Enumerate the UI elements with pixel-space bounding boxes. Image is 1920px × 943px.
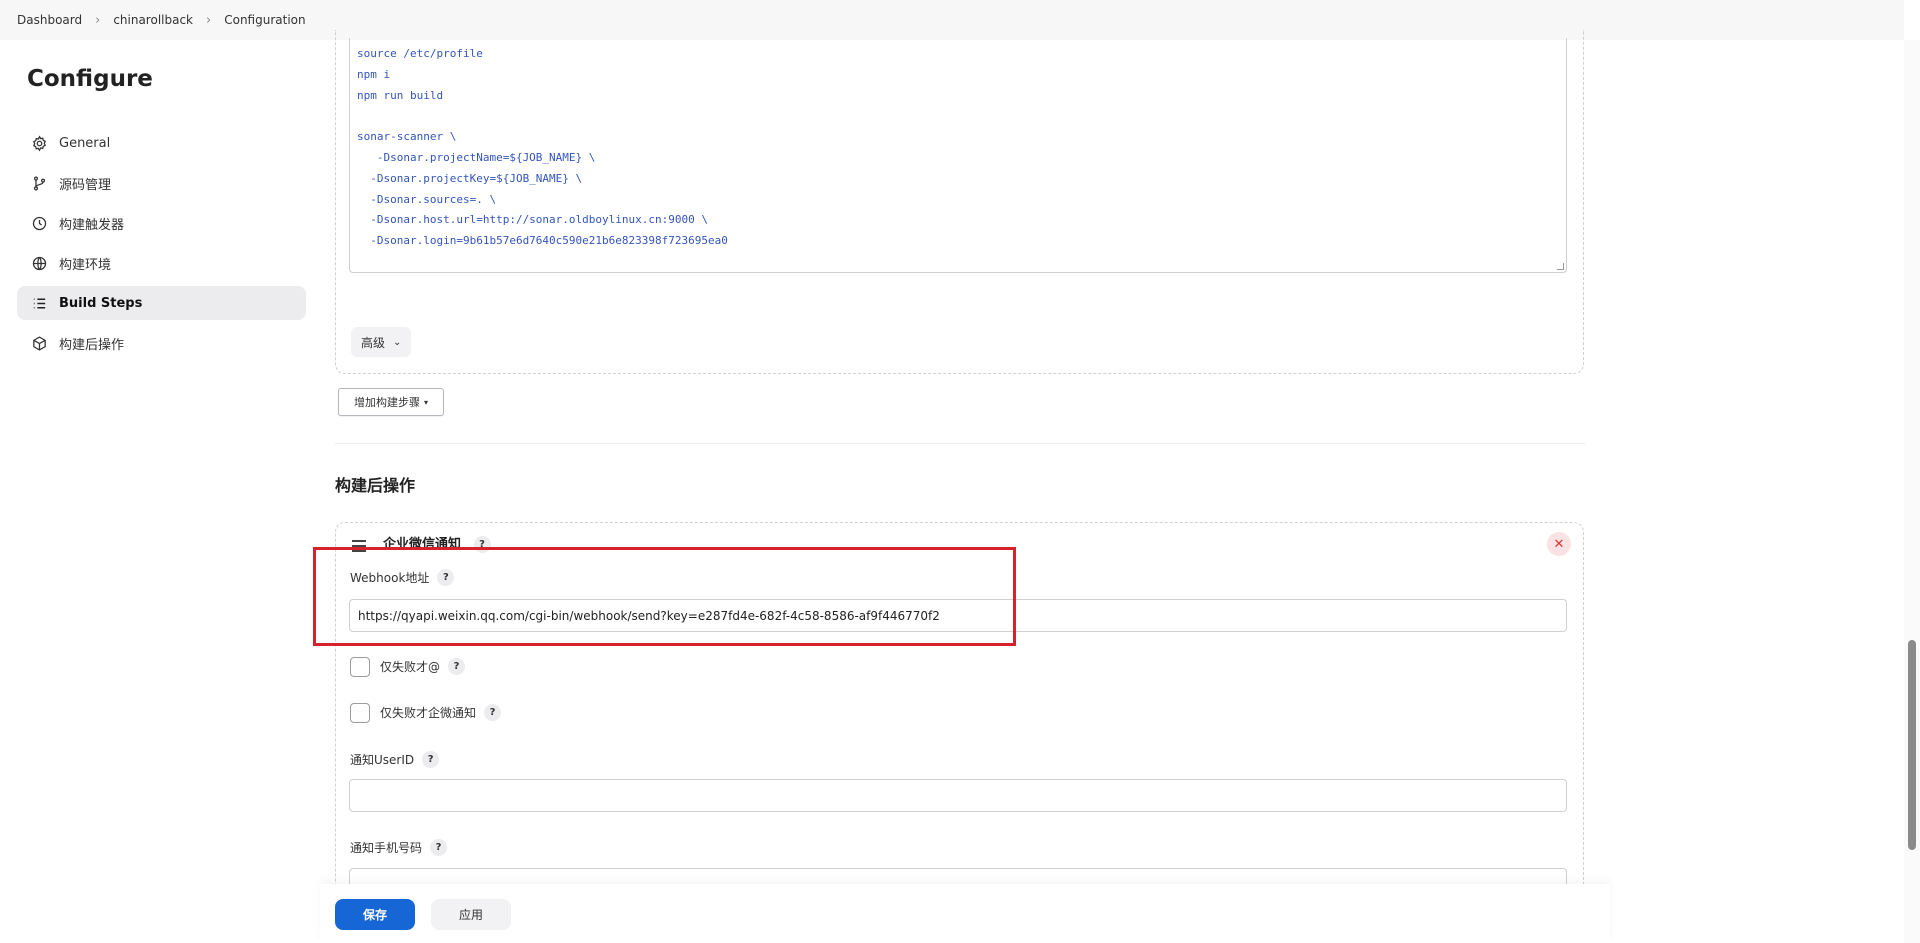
- script-line: npm i: [357, 67, 391, 81]
- page-title: Configure: [27, 66, 153, 92]
- help-icon[interactable]: ?: [422, 751, 440, 768]
- webhook-label-text: Webhook地址: [350, 571, 430, 585]
- breadcrumb-configuration[interactable]: Configuration: [224, 13, 305, 27]
- only-failure-notify-checkbox[interactable]: [350, 703, 370, 723]
- breadcrumb-dashboard[interactable]: Dashboard: [17, 13, 82, 27]
- only-failure-at-checkbox[interactable]: [350, 657, 370, 677]
- sidebar-item-post-build[interactable]: 构建后操作: [17, 326, 306, 360]
- sidebar-item-triggers[interactable]: 构建触发器: [17, 206, 306, 240]
- phone-label: 通知手机号码 ?: [350, 839, 448, 856]
- script-line: -Dsonar.sources=. \: [357, 192, 497, 206]
- advanced-button[interactable]: 高级 ⌄: [351, 327, 412, 357]
- breadcrumb-job[interactable]: chinarollback: [113, 13, 193, 27]
- bottom-action-bar: [320, 884, 1610, 943]
- userid-label: 通知UserID ?: [350, 751, 440, 768]
- clock-icon: [29, 213, 49, 233]
- help-icon[interactable]: ?: [437, 569, 455, 586]
- sidebar-item-label: 源码管理: [59, 177, 112, 193]
- help-icon[interactable]: ?: [484, 704, 502, 721]
- script-line: source /etc/profile: [357, 47, 483, 60]
- apply-button[interactable]: 应用: [431, 899, 511, 930]
- globe-icon: [29, 253, 49, 273]
- cube-icon: [29, 333, 49, 353]
- webhook-url-input[interactable]: https://qyapi.weixin.qq.com/cgi-bin/webh…: [349, 599, 1567, 632]
- script-line: -Dsonar.login=9b61b57e6d7640c590e21b6e82…: [357, 234, 728, 248]
- chevron-right-icon: ›: [95, 12, 101, 28]
- post-build-section-title: 构建后操作: [335, 476, 416, 495]
- script-line: -Dsonar.projectName=${JOB_NAME} \: [357, 150, 596, 164]
- chevron-down-icon: ⌄: [393, 336, 402, 348]
- script-line: -Dsonar.host.url=http://sonar.oldboylinu…: [357, 213, 708, 227]
- close-icon[interactable]: ✕: [1547, 532, 1571, 556]
- sidebar-item-label: 构建触发器: [59, 217, 125, 233]
- help-icon[interactable]: ?: [430, 839, 448, 856]
- branch-icon: [29, 173, 49, 193]
- advanced-label: 高级: [361, 335, 386, 350]
- script-line: -Dsonar.projectKey=${JOB_NAME} \: [357, 171, 583, 185]
- sidebar-item-label: Build Steps: [59, 295, 143, 311]
- sidebar-item-label: General: [59, 135, 111, 151]
- shell-command-textarea[interactable]: source /etc/profile npm i npm run build …: [349, 38, 1567, 273]
- help-icon[interactable]: ?: [473, 536, 491, 553]
- resize-handle[interactable]: [1557, 263, 1564, 270]
- section-divider: [335, 443, 1585, 444]
- sidebar-item-environment[interactable]: 构建环境: [17, 246, 306, 280]
- phone-label-text: 通知手机号码: [350, 841, 423, 855]
- sidebar-item-label: 构建环境: [59, 257, 112, 273]
- help-icon[interactable]: ?: [448, 658, 466, 675]
- checkbox-label-text: 仅失败才企微通知: [380, 706, 477, 720]
- add-build-step-button[interactable]: 增加构建步骤 ▾: [338, 388, 444, 416]
- script-line: npm run build: [357, 88, 444, 102]
- scrollbar-thumb[interactable]: [1908, 640, 1916, 850]
- list-icon: [29, 293, 49, 313]
- chevron-right-icon: ›: [206, 12, 212, 28]
- script-line: sonar-scanner \: [357, 130, 457, 144]
- checkbox-label-text: 仅失败才@: [380, 660, 441, 674]
- drag-handle-icon[interactable]: [352, 540, 366, 555]
- sidebar-nav: General 源码管理 构建触发器 构建环境 Build Steps 构建后操…: [17, 126, 306, 366]
- wechat-notify-title: 企业微信通知 ?: [383, 533, 491, 553]
- webhook-label: Webhook地址 ?: [350, 569, 455, 586]
- sidebar-item-general[interactable]: General: [17, 126, 306, 160]
- userid-label-text: 通知UserID: [350, 753, 415, 767]
- card-title-text: 企业微信通知: [383, 537, 462, 552]
- add-build-step-label: 增加构建步骤: [353, 396, 420, 409]
- save-button[interactable]: 保存: [335, 899, 415, 930]
- sidebar-item-build-steps[interactable]: Build Steps: [17, 286, 306, 320]
- wechat-notify-card: [335, 522, 1584, 892]
- only-failure-notify-label: 仅失败才企微通知 ?: [380, 704, 502, 721]
- gear-icon: [29, 133, 49, 153]
- webhook-url-value: https://qyapi.weixin.qq.com/cgi-bin/webh…: [358, 608, 940, 623]
- sidebar-item-scm[interactable]: 源码管理: [17, 166, 306, 200]
- sidebar-item-label: 构建后操作: [59, 337, 125, 353]
- userid-input[interactable]: [349, 779, 1567, 812]
- caret-down-icon: ▾: [423, 397, 428, 407]
- only-failure-at-label: 仅失败才@ ?: [380, 658, 466, 675]
